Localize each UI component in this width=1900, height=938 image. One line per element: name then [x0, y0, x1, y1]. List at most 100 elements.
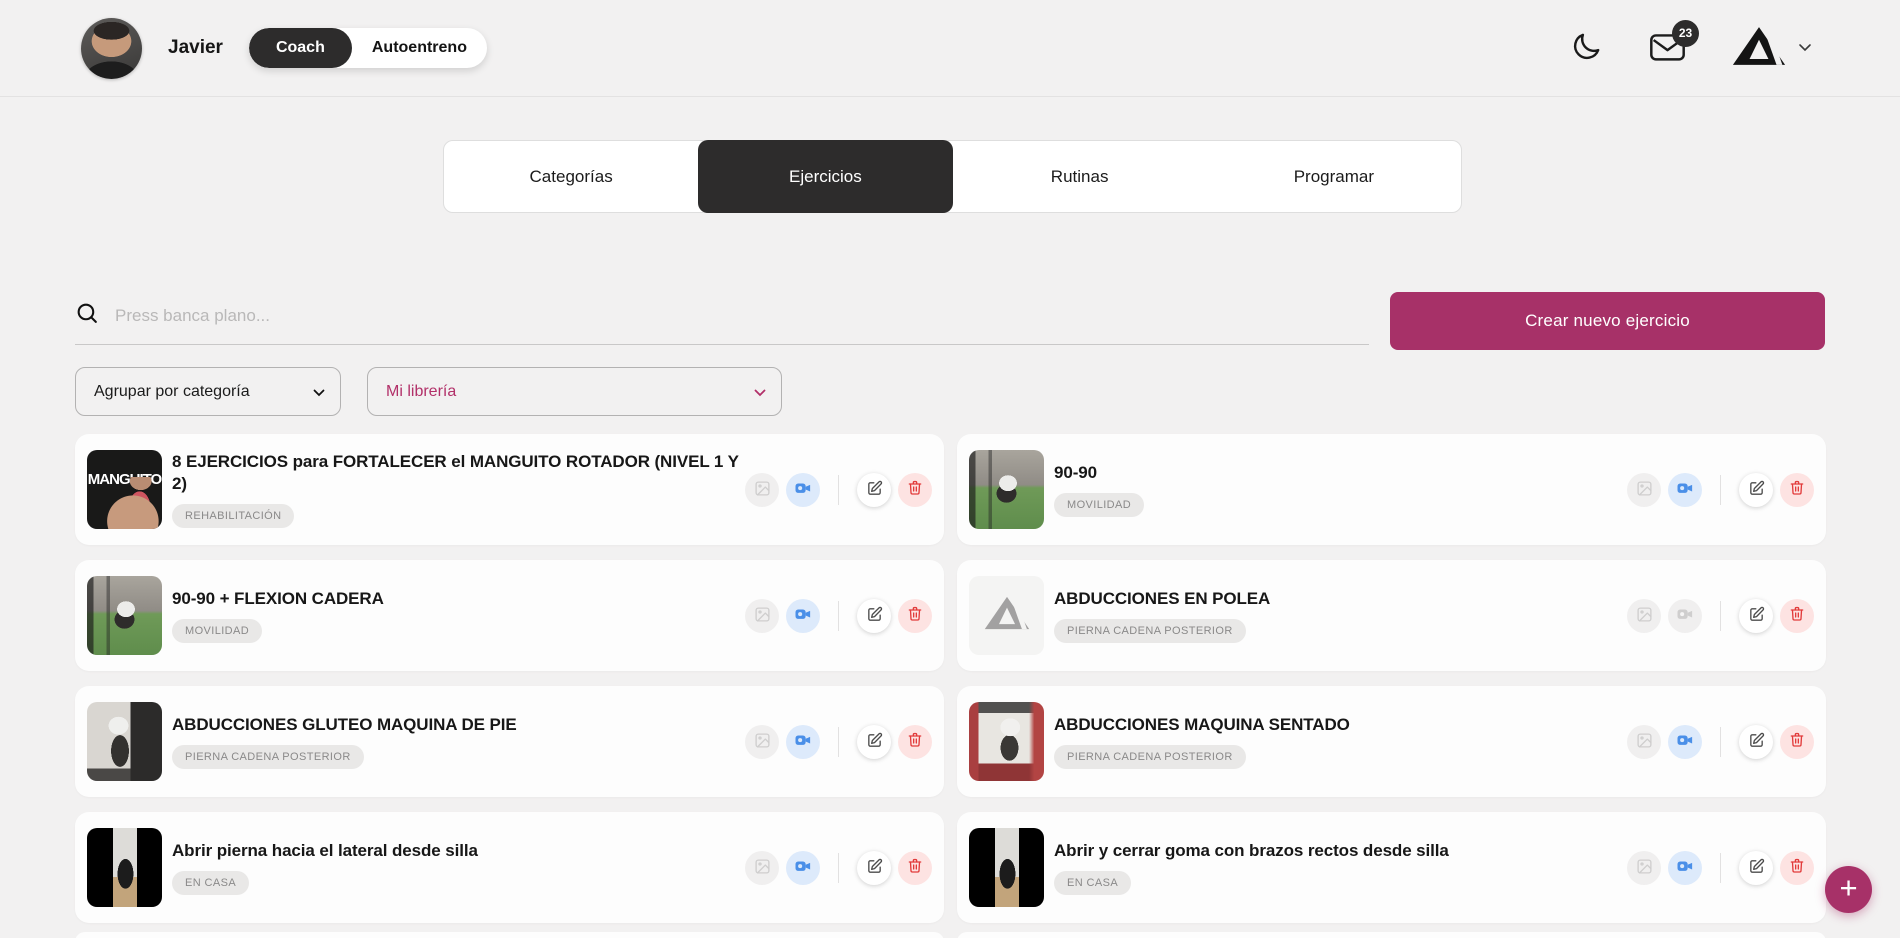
- delete-button[interactable]: [898, 725, 932, 759]
- library-select-wrap: Mi librería: [367, 367, 782, 416]
- messages-button[interactable]: 23: [1649, 31, 1686, 66]
- delete-button[interactable]: [1780, 851, 1814, 885]
- user-block: Javier Coach Autoentreno: [81, 18, 487, 79]
- edit-button[interactable]: [1739, 599, 1773, 633]
- partial-card: [957, 932, 1826, 938]
- exercise-info: 90-90 + FLEXION CADERA MOVILIDAD: [172, 588, 384, 643]
- trash-icon: [907, 858, 923, 877]
- video-button[interactable]: [786, 851, 820, 885]
- image-button[interactable]: [1627, 599, 1661, 633]
- exercise-info: ABDUCCIONES MAQUINA SENTADOPIERNA CADENA…: [1054, 714, 1350, 769]
- video-button[interactable]: [1668, 473, 1702, 507]
- image-icon: [754, 732, 771, 752]
- exercise-card: 90-90MOVILIDAD: [957, 434, 1826, 545]
- exercise-info: Abrir y cerrar goma con brazos rectos de…: [1054, 840, 1449, 895]
- card-actions: [745, 851, 932, 885]
- exercise-card: Abrir y cerrar goma con brazos rectos de…: [957, 812, 1826, 923]
- library-select[interactable]: Mi librería: [367, 367, 782, 416]
- edit-button[interactable]: [1739, 473, 1773, 507]
- exercise-thumbnail: [969, 702, 1044, 781]
- toggle-coach-button[interactable]: Coach: [249, 28, 352, 68]
- exercise-category-tag: REHABILITACIÓN: [172, 504, 294, 528]
- video-button[interactable]: [1668, 851, 1702, 885]
- moon-icon: [1569, 30, 1603, 67]
- exercise-card: ABDUCCIONES GLUTEO MAQUINA DE PIE PIERNA …: [75, 686, 944, 797]
- edit-pencil-icon: [866, 606, 883, 626]
- toggle-autoentreno-button[interactable]: Autoentreno: [352, 28, 487, 68]
- edit-pencil-icon: [866, 858, 883, 878]
- divider: [838, 727, 839, 757]
- group-by-select[interactable]: Agrupar por categoría: [75, 367, 341, 416]
- video-camera-icon: [794, 732, 812, 751]
- video-button[interactable]: [786, 725, 820, 759]
- exercise-card: Abrir pierna hacia el lateral desde sill…: [75, 812, 944, 923]
- theme-toggle-button[interactable]: [1569, 30, 1603, 67]
- delete-button[interactable]: [1780, 725, 1814, 759]
- exercise-title: ABDUCCIONES EN POLEA: [1054, 588, 1270, 610]
- image-button[interactable]: [745, 599, 779, 633]
- delete-button[interactable]: [898, 473, 932, 507]
- exercise-title: 90-90 + FLEXION CADERA: [172, 588, 384, 610]
- avatar[interactable]: [81, 18, 142, 79]
- add-fab-button[interactable]: +: [1825, 866, 1872, 913]
- image-icon: [754, 858, 771, 878]
- card-actions: [745, 725, 932, 759]
- exercise-category-tag: PIERNA CADENA POSTERIOR: [172, 745, 364, 769]
- image-button[interactable]: [745, 473, 779, 507]
- image-button[interactable]: [1627, 473, 1661, 507]
- tab-rutinas[interactable]: Rutinas: [953, 140, 1207, 213]
- delete-button[interactable]: [898, 851, 932, 885]
- exercise-category-tag: PIERNA CADENA POSTERIOR: [1054, 619, 1246, 643]
- tab-categorias[interactable]: Categorías: [444, 140, 698, 213]
- exercise-title: ABDUCCIONES GLUTEO MAQUINA DE PIE: [172, 714, 517, 736]
- delete-button[interactable]: [898, 599, 932, 633]
- tab-ejercicios[interactable]: Ejercicios: [698, 140, 952, 213]
- exercise-grid: MANGUITO8 EJERCICIOS para FORTALECER el …: [75, 434, 1900, 923]
- exercise-thumbnail: MANGUITO: [87, 450, 162, 529]
- exercise-info: Abrir pierna hacia el lateral desde sill…: [172, 840, 478, 895]
- search-input[interactable]: [115, 306, 1369, 326]
- video-button[interactable]: [1668, 725, 1702, 759]
- tab-programar[interactable]: Programar: [1207, 140, 1461, 213]
- exercise-info: ABDUCCIONES EN POLEA PIERNA CADENA POSTER…: [1054, 588, 1270, 643]
- delete-button[interactable]: [1780, 473, 1814, 507]
- divider: [838, 853, 839, 883]
- account-menu[interactable]: [1732, 26, 1812, 71]
- image-button[interactable]: [1627, 725, 1661, 759]
- image-button[interactable]: [745, 851, 779, 885]
- video-button[interactable]: [786, 599, 820, 633]
- delete-button[interactable]: [1780, 599, 1814, 633]
- exercise-card: MANGUITO8 EJERCICIOS para FORTALECER el …: [75, 434, 944, 545]
- exercise-category-tag: MOVILIDAD: [1054, 493, 1144, 517]
- card-actions: [745, 473, 932, 507]
- edit-button[interactable]: [857, 473, 891, 507]
- edit-button[interactable]: [1739, 851, 1773, 885]
- create-exercise-button[interactable]: Crear nuevo ejercicio: [1390, 292, 1825, 350]
- edit-button[interactable]: [857, 851, 891, 885]
- brand-triangle-logo-icon: [1732, 26, 1786, 71]
- exercise-info: 8 EJERCICIOS para FORTALECER el MANGUITO…: [172, 451, 745, 529]
- edit-pencil-icon: [1748, 606, 1765, 626]
- edit-button[interactable]: [857, 599, 891, 633]
- exercise-card: 90-90 + FLEXION CADERA MOVILIDAD: [75, 560, 944, 671]
- image-button[interactable]: [1627, 851, 1661, 885]
- exercise-category-tag: PIERNA CADENA POSTERIOR: [1054, 745, 1246, 769]
- edit-pencil-icon: [1748, 480, 1765, 500]
- video-button[interactable]: [1668, 599, 1702, 633]
- image-icon: [1636, 858, 1653, 878]
- video-camera-icon: [794, 606, 812, 625]
- card-actions: [1627, 725, 1814, 759]
- partial-card: [75, 932, 944, 938]
- toolbar: Crear nuevo ejercicio: [75, 292, 1825, 350]
- video-button[interactable]: [786, 473, 820, 507]
- divider: [838, 601, 839, 631]
- exercise-thumbnail: [87, 576, 162, 655]
- trash-icon: [907, 606, 923, 625]
- edit-button[interactable]: [857, 725, 891, 759]
- notifications-badge: 23: [1672, 20, 1699, 47]
- image-button[interactable]: [745, 725, 779, 759]
- exercise-thumbnail: [87, 828, 162, 907]
- edit-pencil-icon: [866, 480, 883, 500]
- exercise-category-tag: MOVILIDAD: [172, 619, 262, 643]
- edit-button[interactable]: [1739, 725, 1773, 759]
